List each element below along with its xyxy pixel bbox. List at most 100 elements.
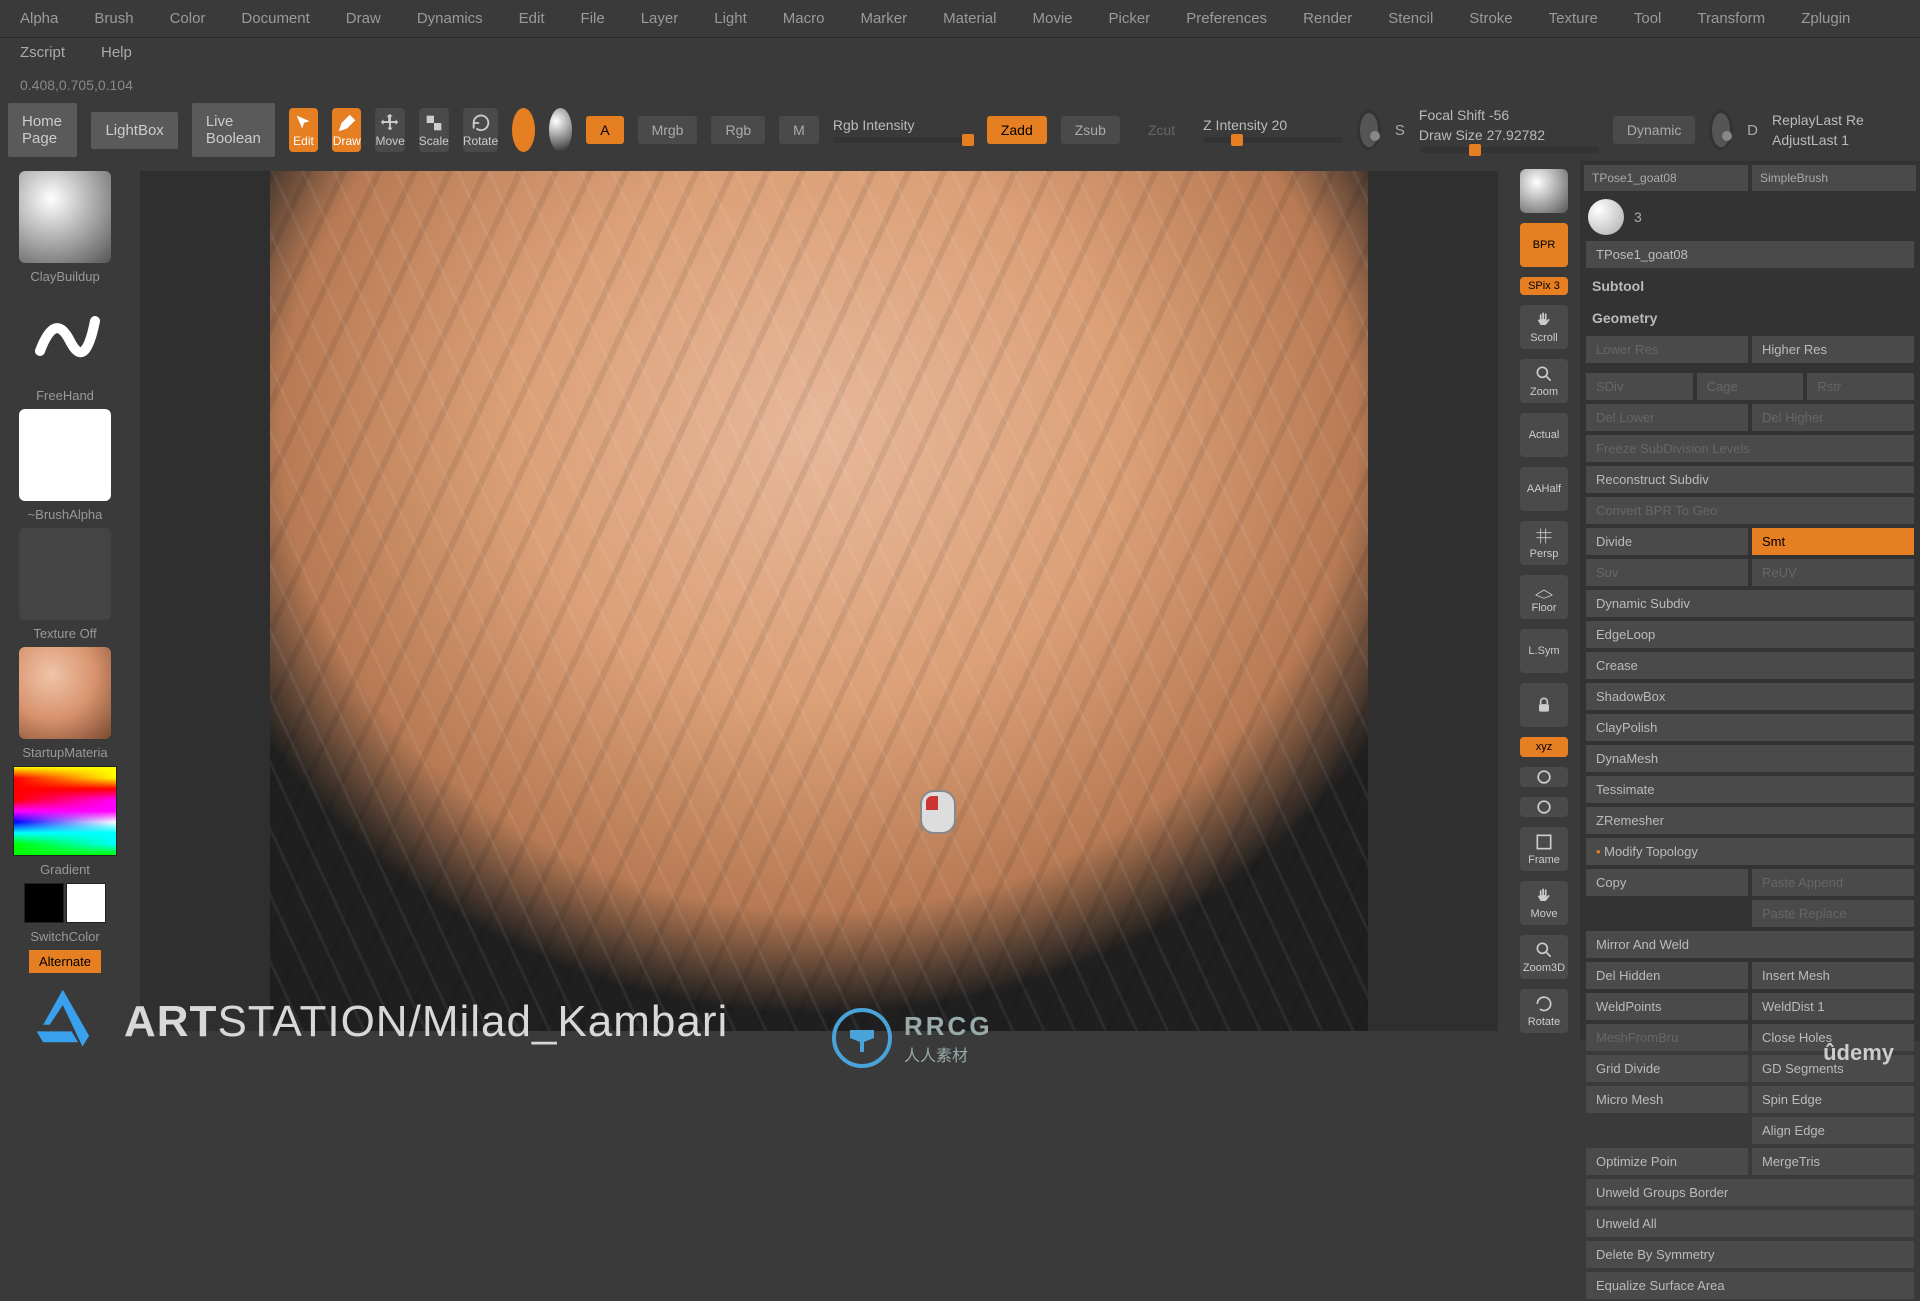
swatch-black[interactable]: [24, 883, 64, 923]
move-view-button[interactable]: Move: [1520, 881, 1568, 925]
menu-render[interactable]: Render: [1303, 10, 1352, 27]
zoom-button[interactable]: Zoom: [1520, 359, 1568, 403]
reconstruct-subdiv-button[interactable]: Reconstruct Subdiv: [1586, 466, 1914, 493]
rot-x-button[interactable]: [1520, 767, 1568, 787]
menu-tool[interactable]: Tool: [1634, 10, 1662, 27]
move-mode-button[interactable]: Move: [375, 108, 404, 152]
rotate-view-button[interactable]: Rotate: [1520, 989, 1568, 1033]
mrgb-button[interactable]: Mrgb: [638, 116, 698, 144]
rgb-a-button[interactable]: A: [586, 116, 623, 144]
tessimate-button[interactable]: Tessimate: [1586, 776, 1914, 803]
dynamic-subdiv-button[interactable]: Dynamic Subdiv: [1586, 590, 1914, 617]
tool-tab-1[interactable]: TPose1_goat08: [1584, 165, 1748, 191]
stroke-thumb[interactable]: [19, 290, 111, 382]
menu-picker[interactable]: Picker: [1109, 10, 1151, 27]
adjust-last-label[interactable]: AdjustLast 1: [1772, 132, 1912, 148]
z-intensity-slider[interactable]: Z Intensity 20: [1203, 117, 1343, 143]
menu-zscript[interactable]: Zscript: [20, 44, 65, 61]
scroll-button[interactable]: Scroll: [1520, 305, 1568, 349]
mesh-from-brush-button[interactable]: MeshFromBru: [1586, 1024, 1748, 1051]
dynamesh-button[interactable]: DynaMesh: [1586, 745, 1914, 772]
m-button[interactable]: M: [779, 116, 819, 144]
divide-button[interactable]: Divide: [1586, 528, 1748, 555]
dynamic-button[interactable]: Dynamic: [1613, 116, 1695, 144]
rgb-intensity-slider[interactable]: Rgb Intensity: [833, 117, 973, 143]
higher-res-button[interactable]: Higher Res: [1752, 336, 1914, 363]
floor-button[interactable]: Floor: [1520, 575, 1568, 619]
menu-material[interactable]: Material: [943, 10, 996, 27]
paste-append-button[interactable]: Paste Append: [1752, 869, 1914, 896]
modify-topology-button[interactable]: Modify Topology: [1586, 838, 1914, 865]
menu-stroke[interactable]: Stroke: [1469, 10, 1512, 27]
re-label[interactable]: Re: [1846, 112, 1864, 128]
menu-stencil[interactable]: Stencil: [1388, 10, 1433, 27]
tool-material-icon[interactable]: [1588, 199, 1624, 235]
sculptris-button[interactable]: [549, 108, 572, 152]
zremesher-button[interactable]: ZRemesher: [1586, 807, 1914, 834]
delete-by-symmetry-button[interactable]: Delete By Symmetry: [1586, 1241, 1914, 1268]
brush-thumb[interactable]: [19, 171, 111, 263]
main-menu[interactable]: Alpha Brush Color Document Draw Dynamics…: [0, 0, 1920, 38]
rgb-button[interactable]: Rgb: [711, 116, 765, 144]
menu-texture[interactable]: Texture: [1549, 10, 1598, 27]
zcut-button[interactable]: Zcut: [1134, 116, 1189, 144]
paste-replace-button[interactable]: Paste Replace: [1752, 900, 1914, 927]
alternate-button[interactable]: Alternate: [29, 950, 101, 973]
menu-brush[interactable]: Brush: [94, 10, 133, 27]
xyz-button[interactable]: xyz: [1520, 737, 1568, 757]
subtool-name[interactable]: TPose1_goat08: [1586, 241, 1914, 268]
actual-button[interactable]: Actual: [1520, 413, 1568, 457]
bpr-button[interactable]: BPR: [1520, 223, 1568, 267]
rot-y-button[interactable]: [1520, 797, 1568, 817]
menu-light[interactable]: Light: [714, 10, 747, 27]
weld-dist-slider[interactable]: WeldDist 1: [1752, 993, 1914, 1020]
swatch-white[interactable]: [66, 883, 106, 923]
mirror-weld-button[interactable]: Mirror And Weld: [1586, 931, 1914, 958]
cage-button[interactable]: Cage: [1697, 373, 1804, 400]
tool-tab-2[interactable]: SimpleBrush: [1752, 165, 1916, 191]
focal-draw-sliders[interactable]: Focal Shift -56 Draw Size 27.92782: [1419, 107, 1599, 153]
align-edge-button[interactable]: Align Edge: [1752, 1117, 1914, 1144]
shadowbox-button[interactable]: ShadowBox: [1586, 683, 1914, 710]
menu-draw[interactable]: Draw: [346, 10, 381, 27]
texture-thumb[interactable]: [19, 528, 111, 620]
spin-edge-button[interactable]: Spin Edge: [1752, 1086, 1914, 1113]
merge-tris-button[interactable]: MergeTris: [1752, 1148, 1914, 1175]
frame-button[interactable]: Frame: [1520, 827, 1568, 871]
menu-movie[interactable]: Movie: [1032, 10, 1072, 27]
copy-button[interactable]: Copy: [1586, 869, 1748, 896]
grid-divide-button[interactable]: Grid Divide: [1586, 1055, 1748, 1082]
d-knob[interactable]: [1709, 110, 1733, 150]
menu-layer[interactable]: Layer: [641, 10, 679, 27]
edit-mode-button[interactable]: Edit: [289, 108, 318, 152]
unweld-groups-button[interactable]: Unweld Groups Border: [1586, 1179, 1914, 1206]
menu-color[interactable]: Color: [170, 10, 206, 27]
replay-last-label[interactable]: ReplayLast: [1772, 112, 1842, 128]
menu-preferences[interactable]: Preferences: [1186, 10, 1267, 27]
freeze-subdiv-button[interactable]: Freeze SubDivision Levels: [1586, 435, 1914, 462]
geometry-section[interactable]: Geometry: [1580, 302, 1920, 334]
lightbox-button[interactable]: LightBox: [91, 112, 177, 149]
render-preview[interactable]: [1520, 169, 1568, 213]
smt-button[interactable]: Smt: [1752, 528, 1914, 555]
unweld-all-button[interactable]: Unweld All: [1586, 1210, 1914, 1237]
edgeloop-button[interactable]: EdgeLoop: [1586, 621, 1914, 648]
del-lower-button[interactable]: Del Lower: [1586, 404, 1748, 431]
reuv-button[interactable]: ReUV: [1752, 559, 1914, 586]
persp-button[interactable]: Persp: [1520, 521, 1568, 565]
optimize-points-button[interactable]: Optimize Poin: [1586, 1148, 1748, 1175]
menu-alpha[interactable]: Alpha: [20, 10, 58, 27]
material-thumb[interactable]: [19, 647, 111, 739]
gizmo-button[interactable]: [512, 108, 535, 152]
alpha-thumb[interactable]: [19, 409, 111, 501]
menu-zplugin[interactable]: Zplugin: [1801, 10, 1850, 27]
menu-dynamics[interactable]: Dynamics: [417, 10, 483, 27]
gradient-label[interactable]: Gradient: [40, 862, 90, 877]
menu-marker[interactable]: Marker: [860, 10, 907, 27]
scale-mode-button[interactable]: Scale: [419, 108, 449, 152]
rstr-button[interactable]: Rstr: [1807, 373, 1914, 400]
lock-button[interactable]: [1520, 683, 1568, 727]
convert-bpr-button[interactable]: Convert BPR To Geo: [1586, 497, 1914, 524]
insert-mesh-button[interactable]: Insert Mesh: [1752, 962, 1914, 989]
claypolish-button[interactable]: ClayPolish: [1586, 714, 1914, 741]
